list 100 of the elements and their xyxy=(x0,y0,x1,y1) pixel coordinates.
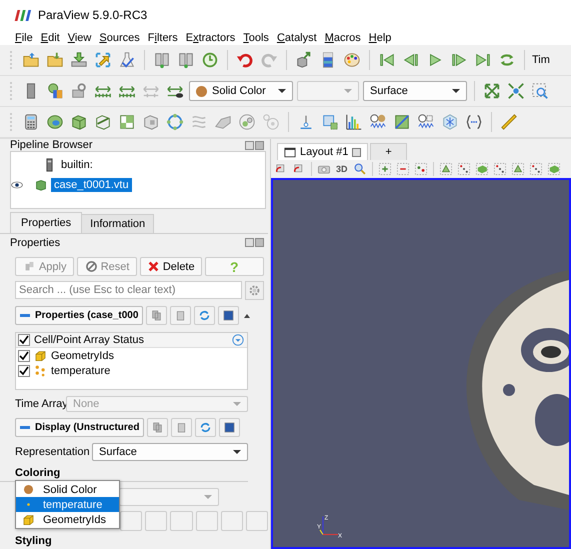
undo-icon[interactable] xyxy=(236,51,254,69)
server-icon[interactable] xyxy=(177,51,195,69)
menu-item[interactable]: Tools xyxy=(240,30,274,45)
select-icon[interactable] xyxy=(414,162,428,176)
expand-icon[interactable] xyxy=(483,82,501,100)
select-icon[interactable] xyxy=(438,162,453,176)
window-icon xyxy=(284,146,296,158)
section-toggle[interactable]: Display (Unstructured xyxy=(15,418,144,437)
server-icon[interactable] xyxy=(153,51,171,69)
copy-button[interactable] xyxy=(147,418,168,437)
coloring-dropdown-list[interactable]: Solid Color temperature GeometryIds xyxy=(15,480,120,529)
paste-button[interactable] xyxy=(171,418,192,437)
search-field[interactable]: Search ... (use Esc to clear text) xyxy=(15,281,242,299)
dropdown-option[interactable]: GeometryIds xyxy=(16,512,119,527)
cube-icon[interactable] xyxy=(295,51,313,69)
cube-icon[interactable] xyxy=(118,113,136,131)
blocks-icon xyxy=(22,260,36,273)
dropdown-icon[interactable] xyxy=(232,334,244,346)
checkbox[interactable] xyxy=(18,364,30,376)
refresh-button[interactable] xyxy=(194,306,216,325)
menu-item[interactable]: Edit xyxy=(38,30,65,45)
delete-button[interactable]: Delete xyxy=(140,257,202,276)
cube-icon[interactable] xyxy=(70,113,88,131)
histogram-icon[interactable] xyxy=(345,113,363,131)
select-plus-icon[interactable] xyxy=(378,162,392,176)
field-label: Representation xyxy=(15,446,89,458)
representation-combo[interactable]: Surface xyxy=(92,443,248,461)
menu-item[interactable]: Sources xyxy=(96,30,145,45)
plot-icon[interactable] xyxy=(417,113,435,131)
select-icon[interactable] xyxy=(510,162,525,176)
dots-icon xyxy=(34,364,47,377)
select-icon[interactable] xyxy=(528,162,543,176)
copy-button[interactable] xyxy=(146,306,168,325)
menu-item[interactable]: Macros xyxy=(322,30,366,45)
download-icon[interactable] xyxy=(70,51,88,69)
braces-icon[interactable] xyxy=(465,113,483,131)
calculator-icon[interactable] xyxy=(22,113,40,131)
panel-tab[interactable]: Information xyxy=(81,214,154,233)
plot-icon[interactable] xyxy=(369,113,387,131)
select-icon[interactable] xyxy=(474,162,489,176)
cube-icon[interactable] xyxy=(142,113,160,131)
warp-icon[interactable] xyxy=(214,113,232,131)
step-back-icon[interactable] xyxy=(402,51,420,69)
view-mode-button[interactable]: 3D xyxy=(334,164,350,174)
refresh-button[interactable] xyxy=(195,418,216,437)
app-logo-icon xyxy=(12,10,32,20)
menu-item[interactable]: Help xyxy=(366,30,396,45)
cube-icon xyxy=(22,513,35,526)
menu-item[interactable]: View xyxy=(64,30,96,45)
paste-button[interactable] xyxy=(170,306,192,325)
checkbox[interactable] xyxy=(18,334,30,346)
color-legend-icon[interactable] xyxy=(46,82,64,100)
save-button[interactable] xyxy=(219,418,240,437)
toolbar-button[interactable] xyxy=(120,511,142,531)
select-icon[interactable] xyxy=(492,162,507,176)
coloring-combo[interactable]: Solid Color xyxy=(189,81,293,101)
pipeline-item[interactable]: case_t0001.vtu xyxy=(51,178,132,192)
select-icon[interactable] xyxy=(546,162,561,176)
ruler-icon[interactable] xyxy=(500,113,518,131)
skip-last-icon[interactable] xyxy=(474,51,492,69)
select-minus-icon[interactable] xyxy=(396,162,410,176)
glyph-icon[interactable] xyxy=(166,113,184,131)
contour-icon[interactable] xyxy=(46,113,64,131)
save-button[interactable] xyxy=(218,306,240,325)
flask-icon[interactable] xyxy=(118,51,136,69)
layout-tab[interactable]: Layout #1 xyxy=(277,143,368,160)
center-icon[interactable] xyxy=(507,82,525,100)
snowflake-icon[interactable] xyxy=(441,113,459,131)
circles-icon[interactable] xyxy=(238,113,256,131)
section-toggle[interactable]: Properties (case_t000 xyxy=(15,306,144,325)
menu-item[interactable]: Filters xyxy=(144,30,183,45)
settings-button[interactable] xyxy=(245,281,264,300)
dropdown-option[interactable]: temperature xyxy=(16,497,119,512)
panel-tab[interactable]: Properties xyxy=(10,212,82,233)
checkbox[interactable] xyxy=(18,350,30,362)
zoom-icon[interactable] xyxy=(352,162,367,176)
dot-icon xyxy=(22,483,35,496)
folder-icon[interactable] xyxy=(22,51,40,69)
arrow-icon[interactable] xyxy=(94,51,112,69)
step-forward-icon[interactable] xyxy=(450,51,468,69)
select-icon[interactable] xyxy=(456,162,471,176)
skip-first-icon[interactable] xyxy=(378,51,396,69)
copy-icon xyxy=(151,421,164,434)
cube-icon xyxy=(34,349,47,362)
menu-item[interactable]: Extractors xyxy=(182,30,240,45)
plot-icon[interactable] xyxy=(321,113,339,131)
folder-icon[interactable] xyxy=(46,51,64,69)
eye-icon[interactable] xyxy=(11,181,23,189)
link-icon[interactable] xyxy=(70,82,88,100)
zoom-icon[interactable] xyxy=(531,82,549,100)
clock-icon[interactable] xyxy=(201,51,219,69)
layout-tab[interactable]: + xyxy=(370,143,407,160)
menu-item[interactable]: File xyxy=(12,30,38,45)
cube-icon[interactable] xyxy=(94,113,112,131)
palette-icon[interactable] xyxy=(343,51,361,69)
plot-icon[interactable] xyxy=(393,113,411,131)
representation-combo[interactable]: Surface xyxy=(363,81,467,101)
pipeline-item[interactable]: builtin: xyxy=(58,158,96,172)
dropdown-option[interactable]: Solid Color xyxy=(16,482,119,497)
menu-item[interactable]: Catalyst xyxy=(274,30,322,45)
